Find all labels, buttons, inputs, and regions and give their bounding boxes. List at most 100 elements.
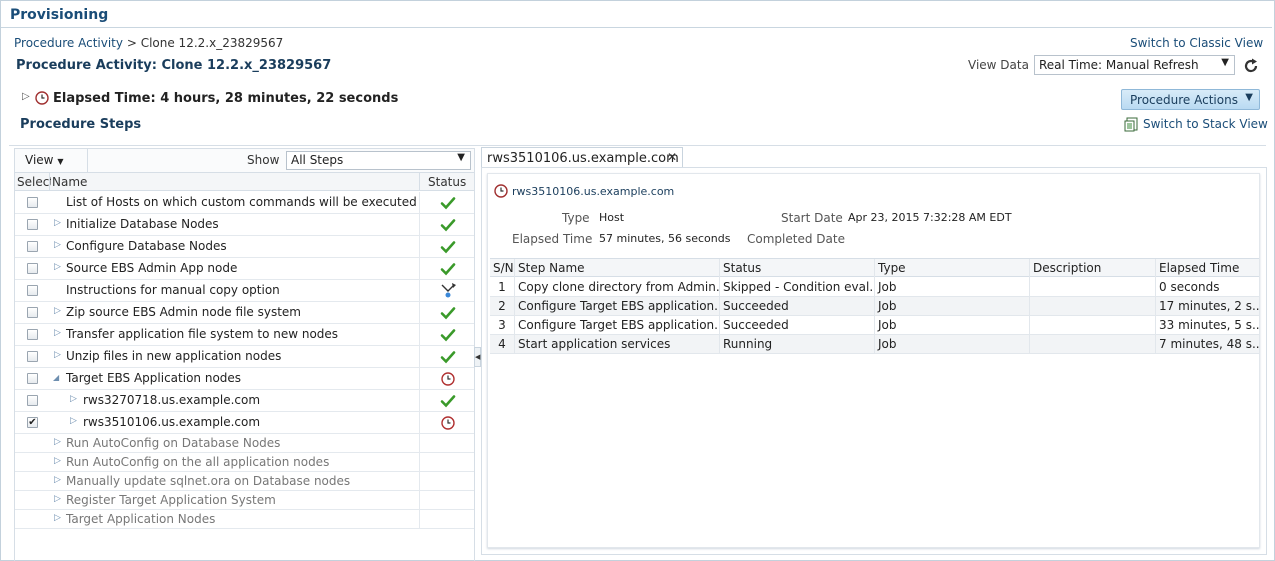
header-bar: Provisioning: [1, 1, 1272, 28]
step-name: List of Hosts on which custom commands w…: [66, 195, 417, 209]
column-header-type[interactable]: Type: [875, 259, 1030, 278]
row-checkbox[interactable]: [27, 263, 38, 274]
expand-icon[interactable]: ▷: [54, 494, 61, 504]
step-row[interactable]: ▷ Unzip files in new application nodes: [15, 346, 474, 368]
column-separator: [419, 280, 420, 301]
step-row[interactable]: ▷ Configure Database Nodes: [15, 236, 474, 258]
step-row[interactable]: ▷ Source EBS Admin App node: [15, 258, 474, 280]
step-row[interactable]: Instructions for manual copy option: [15, 280, 474, 302]
expand-elapsed-icon[interactable]: ▷: [22, 91, 30, 102]
stack-view-icon: [1124, 117, 1138, 132]
step-name: Run AutoConfig on Database Nodes: [66, 436, 281, 450]
elapsed-label: Elapsed Time:: [53, 91, 156, 106]
tab-host[interactable]: rws3510106.us.example.com ✕: [481, 147, 683, 168]
column-header-sn[interactable]: S/N: [490, 259, 515, 278]
clock-icon: [494, 184, 508, 198]
step-row[interactable]: ▷ Initialize Database Nodes: [15, 214, 474, 236]
procedure-actions-button[interactable]: Procedure Actions ▼: [1121, 89, 1260, 110]
start-date-value: Apr 23, 2015 7:32:28 AM EDT: [848, 211, 1012, 224]
step-name: Unzip files in new application nodes: [66, 349, 282, 363]
step-row[interactable]: ▷ Run AutoConfig on Database Nodes: [15, 434, 474, 453]
row-checkbox-checked[interactable]: ✔: [27, 417, 38, 428]
row-checkbox[interactable]: [27, 329, 38, 340]
column-separator: [419, 346, 420, 367]
view-menu[interactable]: View ▼: [25, 153, 63, 167]
switch-classic-view-link[interactable]: Switch to Classic View: [1130, 36, 1263, 50]
step-detail-panel: rws3510106.us.example.com Type Host Star…: [481, 167, 1267, 555]
expand-icon[interactable]: ▷: [54, 475, 61, 485]
step-row[interactable]: ▷ Run AutoConfig on the all application …: [15, 453, 474, 472]
cell-status: Succeeded: [720, 316, 875, 335]
success-icon: [440, 241, 456, 254]
view-data-select[interactable]: Real Time: Manual Refresh ▼: [1034, 55, 1235, 75]
step-name: Target Application Nodes: [66, 512, 216, 526]
column-header-select[interactable]: Select: [17, 175, 51, 189]
success-icon: [440, 219, 456, 232]
step-row[interactable]: ▷ Transfer application file system to ne…: [15, 324, 474, 346]
expand-icon[interactable]: ▷: [54, 262, 61, 272]
show-steps-value: All Steps: [291, 153, 344, 167]
step-row[interactable]: ▷ Zip source EBS Admin node file system: [15, 302, 474, 324]
completed-date-label: Completed Date: [747, 232, 845, 246]
cell-elapsed-time: 33 minutes, 5 s...: [1159, 318, 1259, 332]
close-icon[interactable]: ✕: [667, 150, 677, 164]
expand-icon[interactable]: ▷: [70, 394, 77, 404]
cell-type: Job: [875, 297, 1030, 316]
expand-icon[interactable]: ▷: [54, 437, 61, 447]
expand-icon[interactable]: ▷: [54, 513, 61, 523]
column-header-elapsed-time[interactable]: Elapsed Time: [1156, 259, 1259, 278]
row-checkbox[interactable]: [27, 307, 38, 318]
expand-icon[interactable]: ▷: [54, 350, 61, 360]
expand-icon[interactable]: ▷: [54, 306, 61, 316]
panel-collapse-handle[interactable]: ◀: [474, 347, 481, 367]
column-header-name[interactable]: Name: [52, 175, 87, 189]
breadcrumb-separator: >: [126, 36, 137, 50]
success-icon: [440, 395, 456, 408]
step-row[interactable]: ▷ Register Target Application System: [15, 491, 474, 510]
row-checkbox[interactable]: [27, 197, 38, 208]
running-icon: [441, 372, 455, 386]
step-name: Run AutoConfig on the all application no…: [66, 455, 330, 469]
cell-type: Job: [875, 316, 1030, 335]
switch-stack-view-link[interactable]: Switch to Stack View: [1143, 117, 1268, 131]
refresh-icon[interactable]: [1242, 57, 1260, 75]
step-row[interactable]: ▷ Manually update sqlnet.ora on Database…: [15, 472, 474, 491]
cell-elapsed-time: 17 minutes, 2 s...: [1159, 299, 1259, 313]
column-header-status[interactable]: Status: [720, 259, 875, 278]
step-name: Initialize Database Nodes: [66, 217, 219, 231]
column-header-description[interactable]: Description: [1030, 259, 1156, 278]
column-separator: [419, 412, 420, 433]
row-checkbox[interactable]: [27, 351, 38, 362]
expand-icon[interactable]: ▷: [54, 218, 61, 228]
table-row[interactable]: 2 Configure Target EBS application... Su…: [490, 297, 1259, 316]
expand-icon[interactable]: ▷: [54, 240, 61, 250]
collapse-icon[interactable]: ◢: [53, 373, 59, 382]
step-row[interactable]: ▷ rws3270718.us.example.com: [15, 390, 474, 412]
show-steps-select[interactable]: All Steps ▼: [286, 151, 471, 170]
expand-icon[interactable]: ▷: [54, 456, 61, 466]
tab-host-label: rws3510106.us.example.com: [487, 151, 679, 166]
row-checkbox[interactable]: [27, 241, 38, 252]
row-checkbox[interactable]: [27, 373, 38, 384]
step-row[interactable]: ◢ Target EBS Application nodes: [15, 368, 474, 390]
step-row[interactable]: ▷ Target Application Nodes: [15, 510, 474, 529]
table-row[interactable]: 4 Start application services Running Job…: [490, 335, 1259, 354]
table-row[interactable]: 1 Copy clone directory from Admin... Ski…: [490, 278, 1259, 297]
procedure-steps-title: Procedure Steps: [20, 117, 142, 132]
row-checkbox[interactable]: [27, 219, 38, 230]
breadcrumb-parent-link[interactable]: Procedure Activity: [14, 36, 123, 50]
row-checkbox[interactable]: [27, 395, 38, 406]
expand-icon[interactable]: ▷: [70, 416, 77, 426]
page-title: Procedure Activity: Clone 12.2.x_2382956…: [16, 58, 332, 73]
header-title: Provisioning: [10, 7, 109, 23]
step-row[interactable]: ✔ ▷ rws3510106.us.example.com: [15, 412, 474, 434]
expand-icon[interactable]: ▷: [54, 328, 61, 338]
column-header-status[interactable]: Status: [428, 175, 466, 189]
column-header-step-name[interactable]: Step Name: [515, 259, 720, 278]
step-row[interactable]: List of Hosts on which custom commands w…: [15, 192, 474, 214]
row-checkbox[interactable]: [27, 285, 38, 296]
cell-step-name: Configure Target EBS application...: [515, 316, 720, 335]
table-row[interactable]: 3 Configure Target EBS application... Su…: [490, 316, 1259, 335]
column-separator: [419, 236, 420, 257]
chevron-down-icon: ▼: [57, 157, 64, 166]
